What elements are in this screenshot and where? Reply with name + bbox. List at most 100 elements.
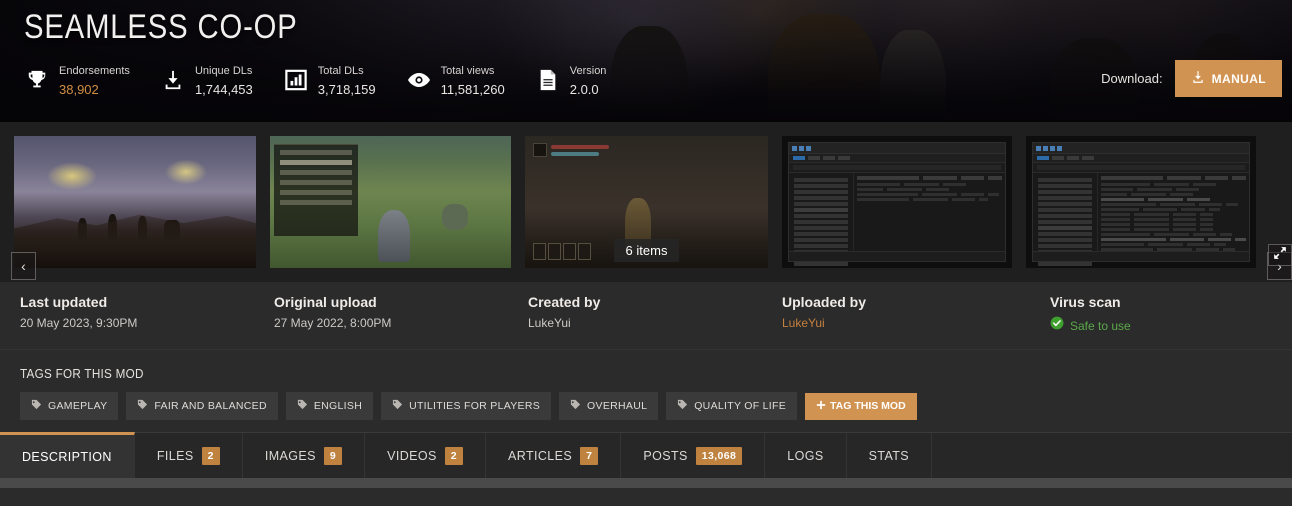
download-area: Download: MANUAL (1101, 60, 1282, 97)
tag-icon (31, 399, 42, 413)
status-badge: Safe to use (1050, 316, 1292, 335)
meta-virus-scan: Virus scan Safe to use (1016, 294, 1292, 349)
add-tag-label: TAG THIS MOD (830, 400, 906, 412)
tag-label: UTILITIES FOR PLAYERS (409, 400, 541, 412)
stat-unique-dls: Unique DLs 1,744,453 (160, 60, 253, 100)
tags-section: TAGS FOR THIS MOD GAMEPLAY FAIR AND BALA… (0, 350, 1292, 432)
mod-header-banner: SEAMLESS CO-OP Endorsements 38,902 Uniqu… (0, 0, 1292, 122)
gallery-thumb-grass-menu[interactable] (270, 136, 511, 268)
tab-label: LOGS (787, 448, 824, 463)
tab-badge: 2 (444, 446, 463, 465)
plus-icon (816, 400, 826, 413)
gallery-thumb-explorer-2[interactable] (1026, 136, 1256, 268)
virus-scan-status: Safe to use (1070, 318, 1131, 333)
tag-icon (392, 399, 403, 413)
gallery-prev-button[interactable]: ‹ (11, 252, 36, 280)
bar-chart-icon (283, 67, 309, 93)
tag-icon (677, 399, 688, 413)
tag-list: GAMEPLAY FAIR AND BALANCED ENGLISH UTILI… (20, 392, 1292, 420)
tag-label: GAMEPLAY (48, 400, 108, 412)
gallery-item-count-badge: 6 items (613, 239, 680, 262)
mod-page: SEAMLESS CO-OP Endorsements 38,902 Uniqu… (0, 0, 1292, 506)
tab-logs[interactable]: LOGS (765, 433, 847, 478)
mod-meta-row: Last updated 20 May 2023, 9:30PM Origina… (0, 282, 1292, 350)
tag-item[interactable]: UTILITIES FOR PLAYERS (381, 392, 552, 420)
tag-icon (137, 399, 148, 413)
meta-title: Original upload (274, 294, 377, 310)
tab-videos[interactable]: VIDEOS 2 (365, 433, 486, 478)
tabs-filler (932, 433, 1292, 478)
tag-label: FAIR AND BALANCED (154, 400, 267, 412)
tab-label: STATS (868, 448, 910, 463)
stat-label: Total views (440, 65, 495, 77)
media-gallery: 6 items ‹ › (0, 122, 1292, 282)
stat-value: 2.0.0 (569, 82, 599, 97)
stat-label: Total DLs (317, 65, 364, 77)
tab-badge: 13,068 (695, 446, 743, 465)
manual-download-label: MANUAL (1211, 71, 1266, 86)
expand-icon (1273, 246, 1287, 265)
meta-title: Uploaded by (782, 294, 867, 310)
tab-description[interactable]: DESCRIPTION (0, 432, 135, 478)
tag-item[interactable]: ENGLISH (285, 392, 374, 420)
gallery-thumb-landscape[interactable] (14, 136, 256, 268)
tag-item[interactable]: QUALITY OF LIFE (666, 392, 798, 420)
eye-icon (406, 67, 432, 93)
tab-label: FILES (156, 448, 194, 463)
download-icon (1191, 70, 1205, 87)
check-circle-icon (1050, 316, 1064, 335)
stat-value: 3,718,159 (317, 82, 376, 97)
gallery-expand-button[interactable] (1268, 244, 1292, 266)
page-title: SEAMLESS CO-OP (24, 8, 298, 46)
stat-total-dls: Total DLs 3,718,159 (283, 60, 376, 100)
meta-original-upload: Original upload 27 May 2022, 8:00PM (254, 294, 508, 349)
tag-item[interactable]: GAMEPLAY (20, 392, 119, 420)
meta-value: 27 May 2022, 8:00PM (274, 316, 392, 330)
meta-title: Virus scan (1050, 294, 1121, 310)
tag-item[interactable]: OVERHAUL (559, 392, 659, 420)
add-tag-button[interactable]: TAG THIS MOD (805, 392, 917, 420)
tag-label: OVERHAUL (587, 400, 648, 412)
stat-label: Endorsements (59, 65, 130, 77)
download-label: Download: (1101, 71, 1163, 86)
stat-value: 11,581,260 (440, 82, 505, 97)
meta-title: Created by (528, 294, 601, 310)
stat-label: Version (569, 65, 607, 77)
meta-value: 20 May 2023, 9:30PM (20, 316, 138, 330)
tab-posts[interactable]: POSTS 13,068 (621, 433, 766, 478)
stat-label: Unique DLs (194, 65, 253, 77)
meta-last-updated: Last updated 20 May 2023, 9:30PM (0, 294, 254, 349)
meta-uploaded-by: Uploaded by LukeYui (762, 294, 1016, 349)
tab-label: POSTS (643, 448, 688, 463)
mod-stats: Endorsements 38,902 Unique DLs 1,744,453 (24, 60, 636, 100)
page-bottom-strip (0, 478, 1292, 488)
meta-title: Last updated (20, 294, 108, 310)
tab-badge: 7 (580, 446, 599, 465)
gallery-track: 6 items (0, 126, 1292, 278)
stat-endorsements: Endorsements 38,902 (24, 60, 130, 100)
manual-download-button[interactable]: MANUAL (1174, 60, 1282, 97)
tag-icon (570, 399, 581, 413)
tag-label: ENGLISH (313, 400, 363, 412)
gallery-thumb-explorer-1[interactable] (782, 136, 1012, 268)
tab-images[interactable]: IMAGES 9 (243, 433, 366, 478)
tab-articles[interactable]: ARTICLES 7 (486, 433, 622, 478)
trophy-icon (24, 67, 50, 93)
stat-value: 38,902 (59, 82, 99, 97)
gallery-thumb-interior[interactable]: 6 items (525, 136, 768, 268)
tab-badge: 9 (323, 446, 343, 465)
tag-label: QUALITY OF LIFE (694, 400, 787, 412)
uploader-link[interactable]: LukeYui (782, 316, 1016, 330)
tab-badge: 2 (201, 446, 220, 465)
content-tabs: DESCRIPTION FILES 2 IMAGES 9 VIDEOS 2 AR… (0, 432, 1292, 478)
meta-value: LukeYui (528, 316, 571, 330)
tag-item[interactable]: FAIR AND BALANCED (126, 392, 278, 420)
tab-label: DESCRIPTION (22, 449, 112, 464)
stat-version: Version 2.0.0 (535, 60, 607, 100)
tag-icon (297, 399, 308, 413)
tags-heading: TAGS FOR THIS MOD (20, 366, 144, 381)
tab-label: ARTICLES (508, 448, 573, 463)
tab-stats[interactable]: STATS (847, 433, 933, 478)
tab-files[interactable]: FILES 2 (135, 433, 243, 478)
tab-label: IMAGES (264, 448, 316, 463)
